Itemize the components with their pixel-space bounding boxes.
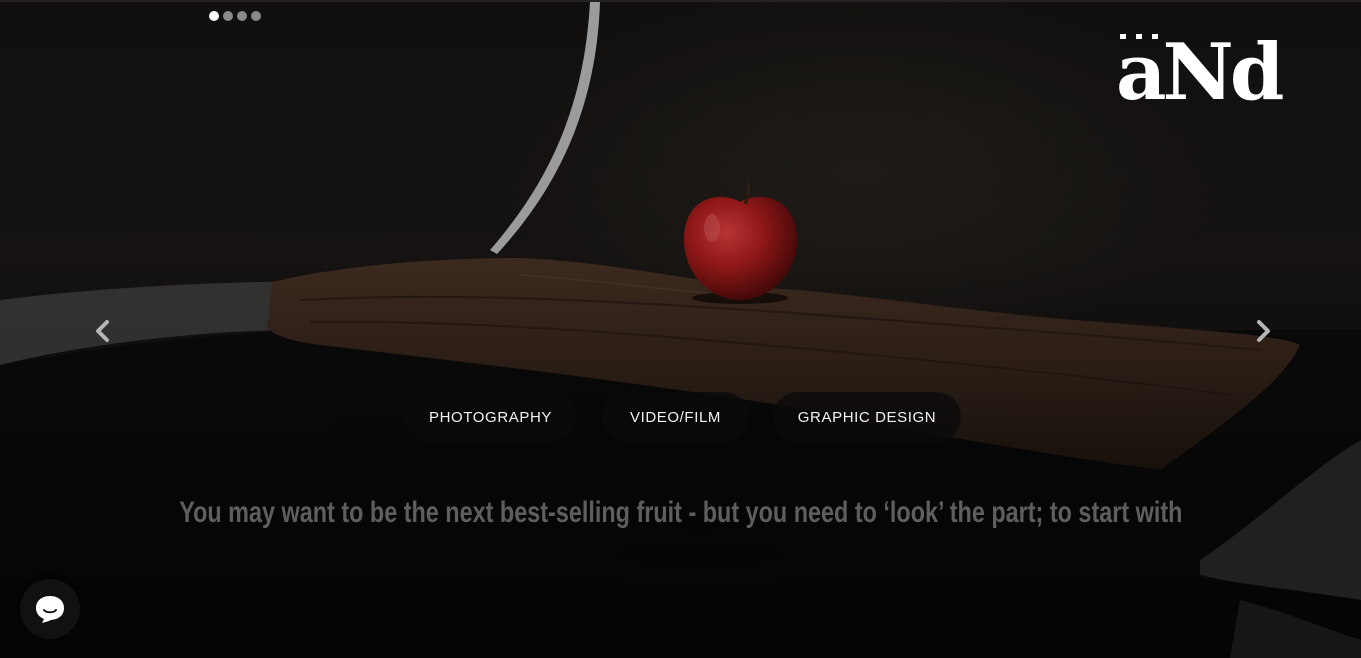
- video-film-button[interactable]: VIDEO/FILM: [602, 392, 749, 442]
- photography-button[interactable]: PHOTOGRAPHY: [405, 392, 576, 442]
- chat-widget-button[interactable]: [20, 579, 80, 639]
- carousel-dot-1[interactable]: [209, 11, 219, 21]
- carousel-dot-4[interactable]: [251, 11, 261, 21]
- carousel-dot-3[interactable]: [237, 11, 247, 21]
- carousel-prev-button[interactable]: [88, 316, 116, 346]
- hero-slider: aNd PHOTOGRAPHY VIDEO/FILM GRAPHIC DESIG…: [0, 0, 1361, 658]
- carousel-dot-2[interactable]: [223, 11, 233, 21]
- carousel-indicators: [209, 11, 261, 21]
- chevron-right-icon: [1257, 320, 1270, 342]
- carousel-next-button[interactable]: [1250, 316, 1278, 346]
- logo-text: aNd: [1116, 27, 1284, 118]
- category-buttons: PHOTOGRAPHY VIDEO/FILM GRAPHIC DESIGN: [0, 392, 1361, 444]
- chevron-left-icon: [96, 320, 109, 342]
- hero-tagline: You may want to be the next best-selling…: [179, 496, 1183, 529]
- graphic-design-button[interactable]: GRAPHIC DESIGN: [773, 392, 961, 442]
- chat-bubble-icon: [36, 596, 64, 623]
- and-logo[interactable]: aNd: [1116, 30, 1306, 126]
